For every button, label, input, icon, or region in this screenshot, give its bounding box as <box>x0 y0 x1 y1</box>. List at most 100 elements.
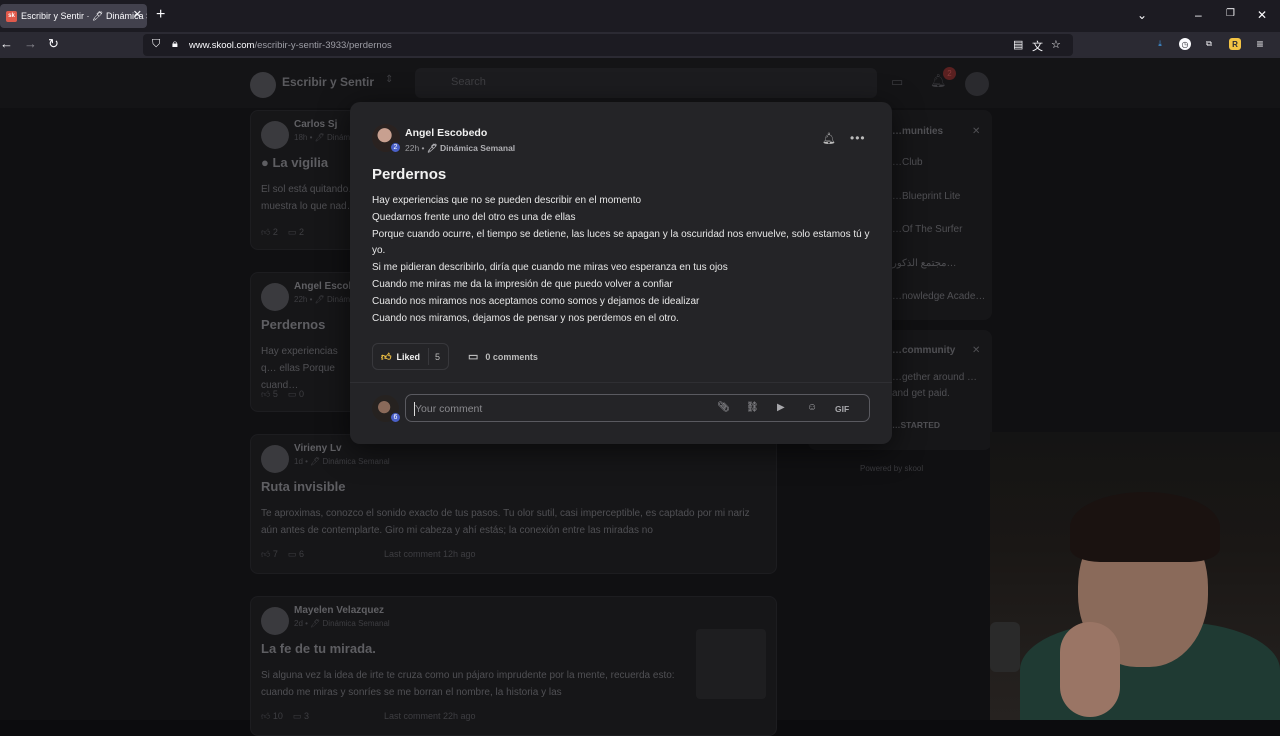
chat-icon[interactable]: ▭ <box>891 74 903 90</box>
divider <box>428 348 429 365</box>
search-placeholder: Search <box>451 76 486 88</box>
post-author[interactable]: Mayelen Velazquez <box>294 605 384 616</box>
community-link[interactable]: …Club <box>892 157 923 168</box>
microphone <box>990 622 1020 672</box>
post-line: Cuando nos miramos nos aceptamos como so… <box>372 295 700 307</box>
divider <box>350 382 892 383</box>
get-started-button[interactable]: …STARTED <box>892 420 940 430</box>
author-avatar <box>261 121 289 149</box>
like-button[interactable]: 👍︎ Liked 5 <box>372 343 449 370</box>
extension-r-icon[interactable]: R <box>1229 38 1241 50</box>
post-title[interactable]: ● La vigilia <box>261 155 328 170</box>
site-header: Escribir y Sentir ⇕ Search ▭ 🔔︎ 2 <box>0 58 1280 108</box>
post-stats: 👍︎ 10 ▭ 3 Last comment 22h ago <box>261 711 476 721</box>
communities-title: …munities <box>892 126 944 137</box>
skool-favicon-icon: sk <box>6 10 17 22</box>
post-author[interactable]: Virieny Lv <box>294 443 342 454</box>
gif-button[interactable]: GIF <box>835 404 849 414</box>
close-icon[interactable]: ✕ <box>972 345 980 356</box>
comment-placeholder: Your comment <box>415 403 483 415</box>
community-link[interactable]: …Of The Surfer <box>892 224 962 235</box>
post-modal: 2 Angel Escobedo 22h • 🖊 Dinámica Semana… <box>350 102 892 444</box>
more-options-icon[interactable]: ••• <box>850 131 866 145</box>
post-excerpt: Te aproximas, conozco el sonido exacto d… <box>261 508 750 536</box>
powered-by: Powered by skool <box>860 464 924 473</box>
forward-icon[interactable]: → <box>24 37 37 51</box>
post-line: Porque cuando ocurre, el tiempo se detie… <box>372 228 870 257</box>
author-avatar <box>261 445 289 473</box>
post-stats: 👍︎ 7 ▭ 6 Last comment 12h ago <box>261 549 476 559</box>
post-line: Cuando me miras me da la impresión de qu… <box>372 278 673 290</box>
download-icon[interactable]: ⤓ <box>1154 38 1166 50</box>
author-avatar <box>261 283 289 311</box>
post-card[interactable]: Mayelen Velazquez 2d • 🖊 Dinámica Semana… <box>250 596 777 736</box>
post-stats: 👍︎ 5 ▭ 0 <box>261 389 304 399</box>
community-name[interactable]: Escribir y Sentir <box>282 75 374 89</box>
close-icon[interactable]: ✕ <box>972 126 980 137</box>
community-link[interactable]: مجتمع الذكور… <box>892 258 957 269</box>
post-excerpt: Si alguna vez la idea de irte te cruza c… <box>261 670 675 698</box>
post-excerpt: El sol está quitando… muestra lo que nad… <box>261 184 359 212</box>
reload-icon[interactable]: ↻ <box>48 37 59 51</box>
address-bar[interactable]: ⛉ 🔒︎ www.skool.com/escribir-y-sentir-393… <box>143 34 1073 56</box>
close-tab-icon[interactable]: ✕ <box>133 8 142 21</box>
translate-icon[interactable]: 文 <box>1032 38 1043 54</box>
user-avatar[interactable] <box>965 72 989 96</box>
shield-icon[interactable]: ⛉ <box>152 38 160 51</box>
post-title[interactable]: La fe de tu mirada. <box>261 641 376 656</box>
community-link[interactable]: …nowledge Acade… <box>892 291 985 302</box>
extension-clock-icon[interactable]: ◷ <box>1179 38 1191 50</box>
new-tab-icon[interactable]: + <box>156 7 165 23</box>
bookmark-star-icon[interactable]: ☆ <box>1051 38 1061 51</box>
post-category[interactable]: 🖊 Dinámica Semanal <box>427 143 515 153</box>
community-logo[interactable] <box>250 72 276 98</box>
post-author[interactable]: Angel Escobedo <box>405 127 487 139</box>
text-caret <box>414 402 415 416</box>
community-link[interactable]: …Blueprint Lite <box>892 191 960 202</box>
post-title[interactable]: Perdernos <box>261 317 325 332</box>
level-badge: 2 <box>390 142 401 153</box>
post-thumbnail[interactable] <box>696 629 766 699</box>
search-input[interactable]: Search <box>415 68 877 98</box>
url-text[interactable]: www.skool.com/escribir-y-sentir-3933/per… <box>189 40 392 51</box>
presenter-hand <box>1060 622 1120 717</box>
comments-button[interactable]: ▭ 0 comments <box>468 350 538 363</box>
attachment-icon[interactable]: 📎︎ <box>717 402 730 413</box>
post-author[interactable]: Carlos Sj <box>294 119 337 130</box>
post-line: Cuando nos miramos, dejamos de pensar y … <box>372 312 679 324</box>
my-level-badge: 6 <box>390 412 401 423</box>
video-icon[interactable]: ▶ <box>777 402 785 413</box>
post-title: Perdernos <box>372 166 447 183</box>
post-card[interactable]: Virieny Lv 1d • 🖊 Dinámica Semanal Ruta … <box>250 434 777 574</box>
back-icon[interactable]: ← <box>0 37 13 51</box>
minimize-icon[interactable]: – <box>1195 8 1202 22</box>
extensions-icon[interactable]: ⧉ <box>1203 38 1215 50</box>
post-title[interactable]: Ruta invisible <box>261 479 346 494</box>
tab-title: Escribir y Sentir · 🖊 Dinámica S <box>21 10 147 21</box>
close-window-icon[interactable]: ✕ <box>1257 8 1267 22</box>
notification-bell-icon[interactable]: 🔔︎ <box>822 132 836 145</box>
post-line: Quedarnos frente uno del otro es una de … <box>372 211 576 223</box>
browser-nav-bar: ← → ↻ ⛉ 🔒︎ www.skool.com/escribir-y-sent… <box>0 32 1280 58</box>
browser-tab-bar: sk Escribir y Sentir · 🖊 Dinámica S ✕ + … <box>0 0 1280 32</box>
switch-community-icon[interactable]: ⇕ <box>385 74 393 85</box>
like-label: Liked <box>396 351 420 362</box>
reader-view-icon[interactable]: ▤ <box>1013 38 1023 51</box>
post-line: Hay experiencias que no se pueden descri… <box>372 195 642 206</box>
comments-count: 0 comments <box>485 351 538 362</box>
create-title: …community <box>892 345 956 356</box>
comment-input[interactable]: Your comment 📎︎ ⛓ ▶ ☺ GIF <box>405 394 870 422</box>
post-line: Si me pidieran describirlo, diría que cu… <box>372 262 728 274</box>
post-body: Hay experiencias que no se pueden descri… <box>372 193 872 327</box>
maximize-icon[interactable]: ❐ <box>1226 8 1235 19</box>
post-meta: 22h • 🖊 Dinámica Semanal <box>405 143 516 153</box>
emoji-icon[interactable]: ☺ <box>807 402 817 413</box>
notification-badge: 2 <box>943 67 956 80</box>
browser-tab[interactable]: sk Escribir y Sentir · 🖊 Dinámica S ✕ <box>0 4 147 28</box>
post-meta: 2d • 🖊 Dinámica Semanal <box>294 619 390 628</box>
lock-icon[interactable]: 🔒︎ <box>172 38 178 51</box>
like-count[interactable]: 5 <box>435 352 440 362</box>
menu-icon[interactable]: ≡ <box>1254 37 1266 51</box>
link-icon[interactable]: ⛓ <box>746 402 759 413</box>
tab-list-chevron-icon[interactable]: ⌄ <box>1137 8 1147 22</box>
